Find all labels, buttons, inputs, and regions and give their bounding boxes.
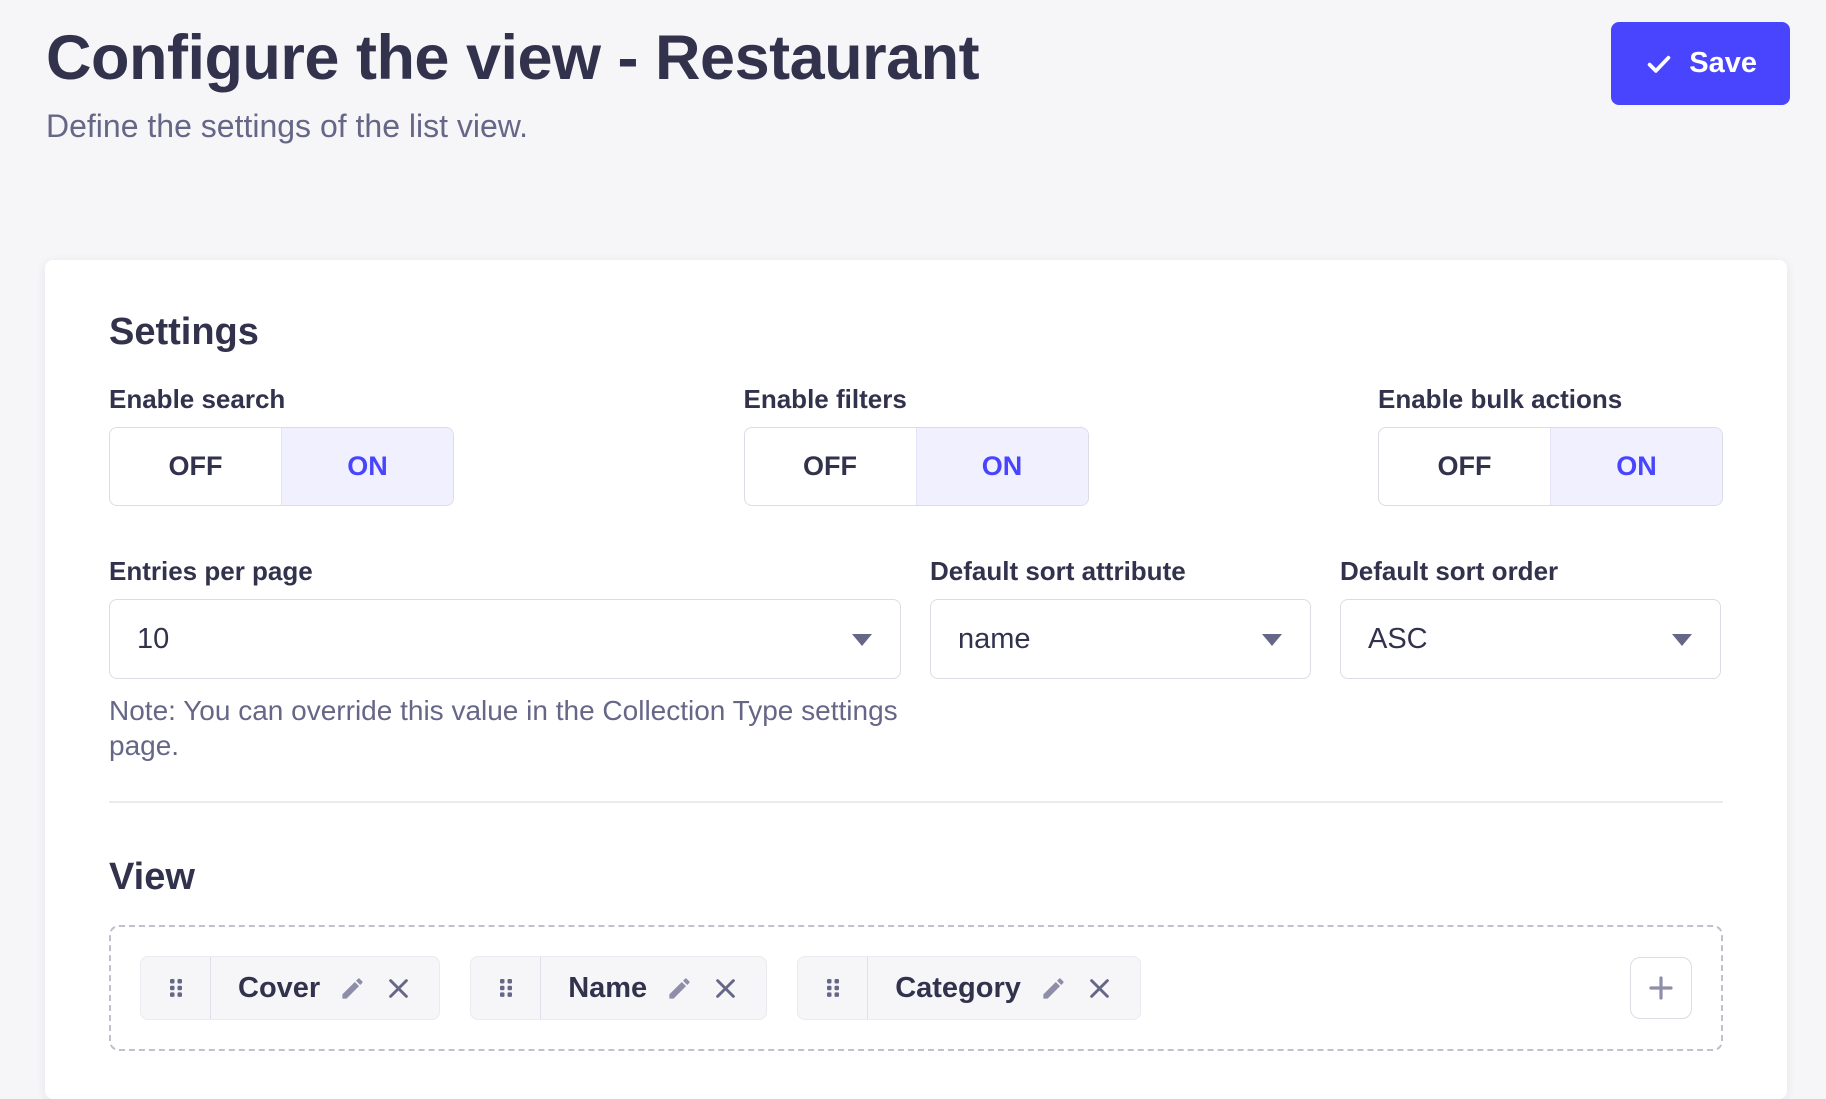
- default-sort-order-field: Default sort order ASC: [1340, 556, 1721, 763]
- enable-bulk-actions-label: Enable bulk actions: [1378, 384, 1723, 415]
- pencil-icon: [1040, 975, 1067, 1002]
- enable-filters-toggle: OFF ON: [744, 427, 1089, 506]
- drag-handle-icon[interactable]: [141, 957, 211, 1019]
- enable-search-off-option[interactable]: OFF: [110, 428, 281, 505]
- page-header: Configure the view - Restaurant Define t…: [0, 0, 1826, 146]
- enable-search-on-option[interactable]: ON: [281, 428, 453, 505]
- enable-search-label: Enable search: [109, 384, 454, 415]
- add-field-button[interactable]: [1630, 957, 1692, 1019]
- page-subtitle: Define the settings of the list view.: [46, 106, 979, 146]
- settings-section: Settings Enable search OFF ON Enable fil…: [109, 310, 1723, 763]
- entries-per-page-field: Entries per page 10 Note: You can overri…: [109, 556, 901, 763]
- enable-filters-field: Enable filters OFF ON: [744, 384, 1089, 506]
- edit-field-button[interactable]: [1040, 975, 1067, 1002]
- enable-search-field: Enable search OFF ON: [109, 384, 454, 506]
- default-sort-order-select[interactable]: ASC: [1340, 599, 1721, 679]
- page-title: Configure the view - Restaurant: [46, 22, 979, 94]
- field-chip-label: Cover: [238, 972, 320, 1005]
- section-divider: [109, 801, 1723, 803]
- drag-handle-icon[interactable]: [798, 957, 868, 1019]
- settings-heading: Settings: [109, 310, 1723, 356]
- view-section: View Cover: [109, 855, 1723, 1051]
- remove-field-button[interactable]: [712, 975, 739, 1002]
- edit-field-button[interactable]: [339, 975, 366, 1002]
- entries-per-page-hint: Note: You can override this value in the…: [109, 693, 901, 763]
- enable-bulk-actions-off-option[interactable]: OFF: [1379, 428, 1550, 505]
- toggle-row: Enable search OFF ON Enable filters OFF …: [109, 384, 1723, 506]
- page-header-text: Configure the view - Restaurant Define t…: [46, 22, 979, 146]
- remove-field-button[interactable]: [1086, 975, 1113, 1002]
- default-sort-attribute-field: Default sort attribute name: [930, 556, 1311, 763]
- close-icon: [712, 975, 739, 1002]
- remove-field-button[interactable]: [385, 975, 412, 1002]
- plus-icon: [1645, 972, 1677, 1004]
- edit-field-button[interactable]: [666, 975, 693, 1002]
- field-chip-name: Name: [470, 956, 767, 1020]
- enable-bulk-actions-field: Enable bulk actions OFF ON: [1378, 384, 1723, 506]
- field-chip-category: Category: [797, 956, 1141, 1020]
- field-chip-body: Category: [868, 957, 1140, 1019]
- select-row: Entries per page 10 Note: You can overri…: [109, 556, 1723, 763]
- close-icon: [385, 975, 412, 1002]
- enable-filters-on-option[interactable]: ON: [916, 428, 1088, 505]
- entries-per-page-label: Entries per page: [109, 556, 901, 587]
- default-sort-attribute-value: name: [958, 623, 1031, 656]
- page: Configure the view - Restaurant Define t…: [0, 0, 1826, 1086]
- pencil-icon: [339, 975, 366, 1002]
- default-sort-attribute-select[interactable]: name: [930, 599, 1311, 679]
- field-chip-body: Cover: [211, 957, 439, 1019]
- default-sort-order-label: Default sort order: [1340, 556, 1721, 587]
- drag-dots-icon: [498, 977, 514, 999]
- enable-filters-label: Enable filters: [744, 384, 1089, 415]
- drag-dots-icon: [825, 977, 841, 999]
- enable-bulk-actions-toggle: OFF ON: [1378, 427, 1723, 506]
- entries-per-page-select[interactable]: 10: [109, 599, 901, 679]
- chevron-down-icon: [1672, 634, 1692, 646]
- enable-filters-off-option[interactable]: OFF: [745, 428, 916, 505]
- drag-handle-icon[interactable]: [471, 957, 541, 1019]
- enable-search-toggle: OFF ON: [109, 427, 454, 506]
- field-chip-label: Name: [568, 972, 647, 1005]
- default-sort-order-value: ASC: [1368, 623, 1428, 656]
- check-icon: [1644, 49, 1674, 79]
- chevron-down-icon: [852, 634, 872, 646]
- entries-per-page-value: 10: [137, 623, 169, 656]
- enable-bulk-actions-on-option[interactable]: ON: [1550, 428, 1722, 505]
- chevron-down-icon: [1262, 634, 1282, 646]
- field-chip-cover: Cover: [140, 956, 440, 1020]
- configure-view-card: Settings Enable search OFF ON Enable fil…: [45, 260, 1787, 1099]
- save-button[interactable]: Save: [1611, 22, 1790, 105]
- field-chip-label: Category: [895, 972, 1021, 1005]
- pencil-icon: [666, 975, 693, 1002]
- field-chip-body: Name: [541, 957, 766, 1019]
- close-icon: [1086, 975, 1113, 1002]
- save-button-label: Save: [1689, 47, 1757, 80]
- default-sort-attribute-label: Default sort attribute: [930, 556, 1311, 587]
- view-heading: View: [109, 855, 1723, 901]
- field-layout-dropzone: Cover: [109, 925, 1723, 1051]
- drag-dots-icon: [168, 977, 184, 999]
